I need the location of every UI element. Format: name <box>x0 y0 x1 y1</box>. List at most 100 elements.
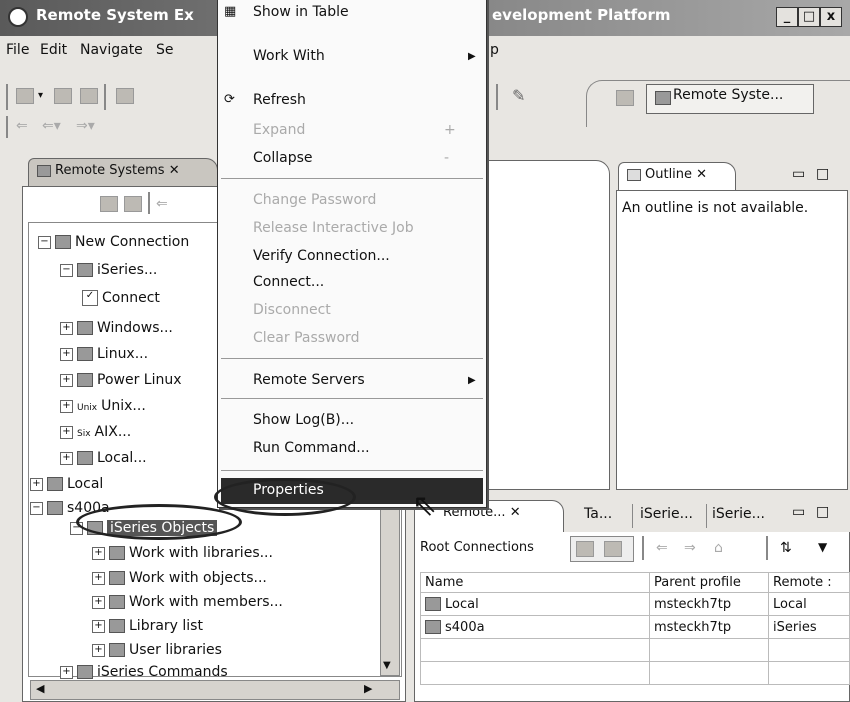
scroll-left-icon[interactable]: ◀ <box>36 682 44 695</box>
collapse-icon[interactable]: − <box>60 263 73 277</box>
back-history-icon[interactable]: ⇐▾ <box>42 118 61 134</box>
scroll-down-icon[interactable]: ▼ <box>383 660 391 671</box>
table-cell <box>768 661 850 685</box>
tree-item[interactable]: ✓ Connect <box>82 290 160 306</box>
tree-item[interactable]: + Local... <box>60 450 147 466</box>
expand-icon[interactable]: + <box>60 321 73 335</box>
tree-item[interactable]: + Power Linux <box>60 372 182 388</box>
close-icon[interactable]: ✕ <box>169 163 180 178</box>
maximize-view-icon[interactable]: □ <box>816 166 829 182</box>
filter-icon[interactable]: ⇅ <box>780 540 792 556</box>
tab-outline[interactable]: Outline ✕ <box>618 162 736 192</box>
tree-item[interactable]: − iSeries... <box>60 262 157 278</box>
column-name[interactable]: Name <box>420 572 650 593</box>
menu-item-verify-connection[interactable]: Verify Connection... <box>253 248 390 264</box>
maximize-view-icon[interactable]: □ <box>816 504 829 520</box>
build-icon[interactable] <box>116 88 134 104</box>
tree-item[interactable]: + Local <box>30 476 103 492</box>
open-perspective-icon[interactable] <box>616 90 634 106</box>
expand-icon[interactable]: + <box>92 595 105 609</box>
checkbox-icon[interactable]: ✓ <box>82 290 98 306</box>
tree-horizontal-scrollbar[interactable] <box>30 680 400 700</box>
menu-separator <box>221 178 483 179</box>
back-icon[interactable]: ⇐ <box>656 540 668 556</box>
minimize-button[interactable]: _ <box>776 7 798 27</box>
minimize-view-icon[interactable]: ▭ <box>792 166 805 182</box>
table-row[interactable]: s400a msteckh7tp iSeries <box>420 615 850 639</box>
menu-item-show-log-b[interactable]: Show Log(B)... <box>253 412 354 428</box>
tree-item[interactable]: − New Connection <box>38 234 189 250</box>
collapse-icon[interactable]: − <box>30 501 43 515</box>
tree-item[interactable]: + Library list <box>92 618 203 634</box>
tree-item[interactable]: + User libraries <box>92 642 222 658</box>
menu-file[interactable]: File <box>6 42 29 58</box>
save-icon[interactable] <box>54 88 72 104</box>
table-cell <box>649 638 769 662</box>
forward-icon[interactable]: ⇒▾ <box>76 118 95 134</box>
close-icon[interactable]: ✕ <box>696 167 707 182</box>
table-row[interactable] <box>420 661 850 685</box>
tree-item[interactable]: + Work with members... <box>92 594 283 610</box>
tab-iseries-2[interactable]: iSerie... <box>712 506 765 522</box>
tree-item[interactable]: + Linux... <box>60 346 148 362</box>
table-view-icon[interactable] <box>576 541 594 557</box>
tab-remote-systems[interactable]: Remote Systems ✕ <box>28 158 218 188</box>
tab-tasks[interactable]: Ta... <box>584 506 612 522</box>
column-parent-profile[interactable]: Parent profile <box>649 572 769 593</box>
expand-icon[interactable]: + <box>92 546 105 560</box>
back-icon[interactable]: ⇐ <box>16 118 28 134</box>
new-connection-icon[interactable] <box>100 196 118 212</box>
expand-icon[interactable]: + <box>60 373 73 387</box>
print-icon[interactable] <box>80 88 98 104</box>
column-remote[interactable]: Remote : <box>768 572 850 593</box>
tree-item[interactable]: + Work with objects... <box>92 570 267 586</box>
tab-iseries-1[interactable]: iSerie... <box>640 506 693 522</box>
pen-icon[interactable]: ✎ <box>512 86 525 105</box>
tree-item[interactable]: + Six AIX... <box>60 424 131 440</box>
menu-search[interactable]: Se <box>156 42 174 58</box>
menu-item-run-command[interactable]: Run Command... <box>253 440 370 456</box>
table-row[interactable]: Local msteckh7tp Local <box>420 592 850 616</box>
expand-icon[interactable]: + <box>60 425 73 439</box>
tree-item[interactable]: + Unix Unix... <box>60 398 146 414</box>
menu-item-refresh[interactable]: Refresh <box>253 92 306 108</box>
perspective-button[interactable]: Remote Syste... <box>646 84 814 114</box>
expand-icon[interactable]: + <box>60 665 73 679</box>
tree-item[interactable]: + Work with libraries... <box>92 545 273 561</box>
expand-icon[interactable]: + <box>60 347 73 361</box>
menu-navigate[interactable]: Navigate <box>80 42 143 58</box>
expand-icon[interactable]: + <box>30 477 43 491</box>
minimize-view-icon[interactable]: ▭ <box>792 504 805 520</box>
expand-icon[interactable]: + <box>92 643 105 657</box>
close-window-button[interactable]: x <box>820 7 842 27</box>
connection-icon <box>77 451 93 465</box>
new-icon[interactable] <box>16 88 34 104</box>
tree-item[interactable]: + Windows... <box>60 320 173 336</box>
menu-item-remote-servers[interactable]: Remote Servers <box>253 372 365 388</box>
refresh-icon[interactable] <box>604 541 622 557</box>
refresh-icon[interactable] <box>124 196 142 212</box>
scroll-right-icon[interactable]: ▶ <box>364 682 372 695</box>
expand-icon[interactable]: + <box>60 451 73 465</box>
forward-icon[interactable]: ⇒ <box>684 540 696 556</box>
menu-item-work-with[interactable]: Work With <box>253 48 325 64</box>
menu-item-connect[interactable]: Connect... <box>253 274 324 290</box>
menu-item-collapse[interactable]: Collapse <box>253 150 313 166</box>
collapse-icon[interactable]: − <box>38 235 51 249</box>
expand-icon[interactable]: + <box>60 399 73 413</box>
menu-edit[interactable]: Edit <box>40 42 67 58</box>
outline-message: An outline is not available. <box>622 200 809 216</box>
maximize-button[interactable]: □ <box>798 7 820 27</box>
back-icon[interactable]: ⇐ <box>156 196 168 212</box>
menu-item-show-in-table[interactable]: Show in Table <box>253 4 349 20</box>
view-menu-icon[interactable]: ▼ <box>818 540 827 554</box>
menu-help[interactable]: p <box>490 42 499 58</box>
expand-icon[interactable]: + <box>92 571 105 585</box>
outline-view <box>616 190 848 490</box>
up-icon[interactable]: ⌂ <box>714 540 723 556</box>
expand-icon[interactable]: + <box>92 619 105 633</box>
tree-item[interactable]: + iSeries Commands <box>60 664 228 680</box>
table-row[interactable] <box>420 638 850 662</box>
menu-separator <box>221 358 483 359</box>
dropdown-arrow-icon[interactable]: ▾ <box>38 90 43 101</box>
